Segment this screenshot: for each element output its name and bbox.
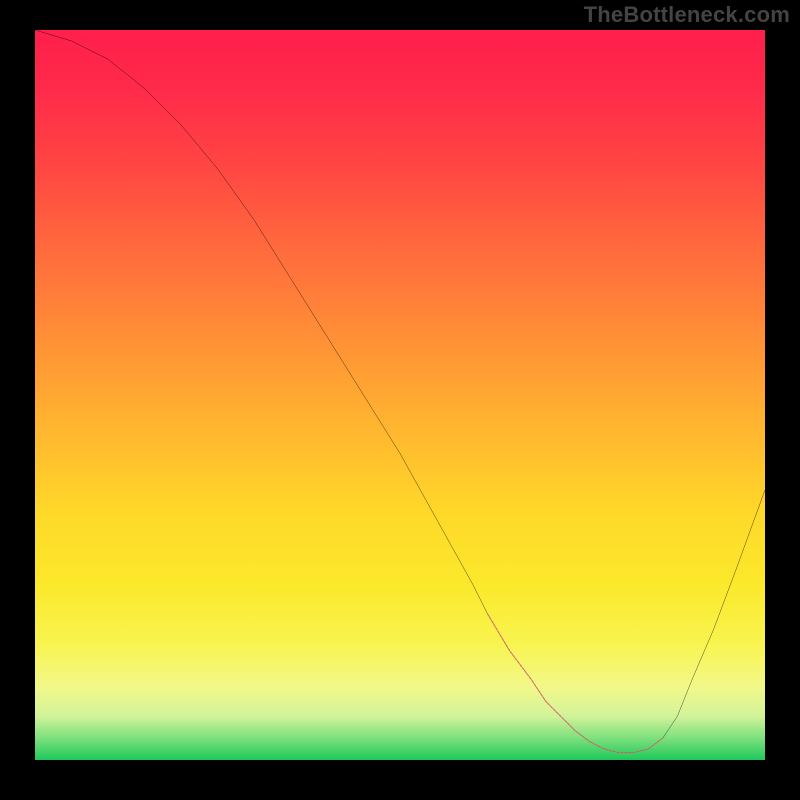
curve-layer <box>35 30 765 760</box>
watermark-text: TheBottleneck.com <box>584 2 790 28</box>
optimal-highlight <box>488 614 663 753</box>
bottleneck-curve <box>35 30 765 753</box>
plot-area <box>35 30 765 760</box>
chart-frame: TheBottleneck.com <box>0 0 800 800</box>
